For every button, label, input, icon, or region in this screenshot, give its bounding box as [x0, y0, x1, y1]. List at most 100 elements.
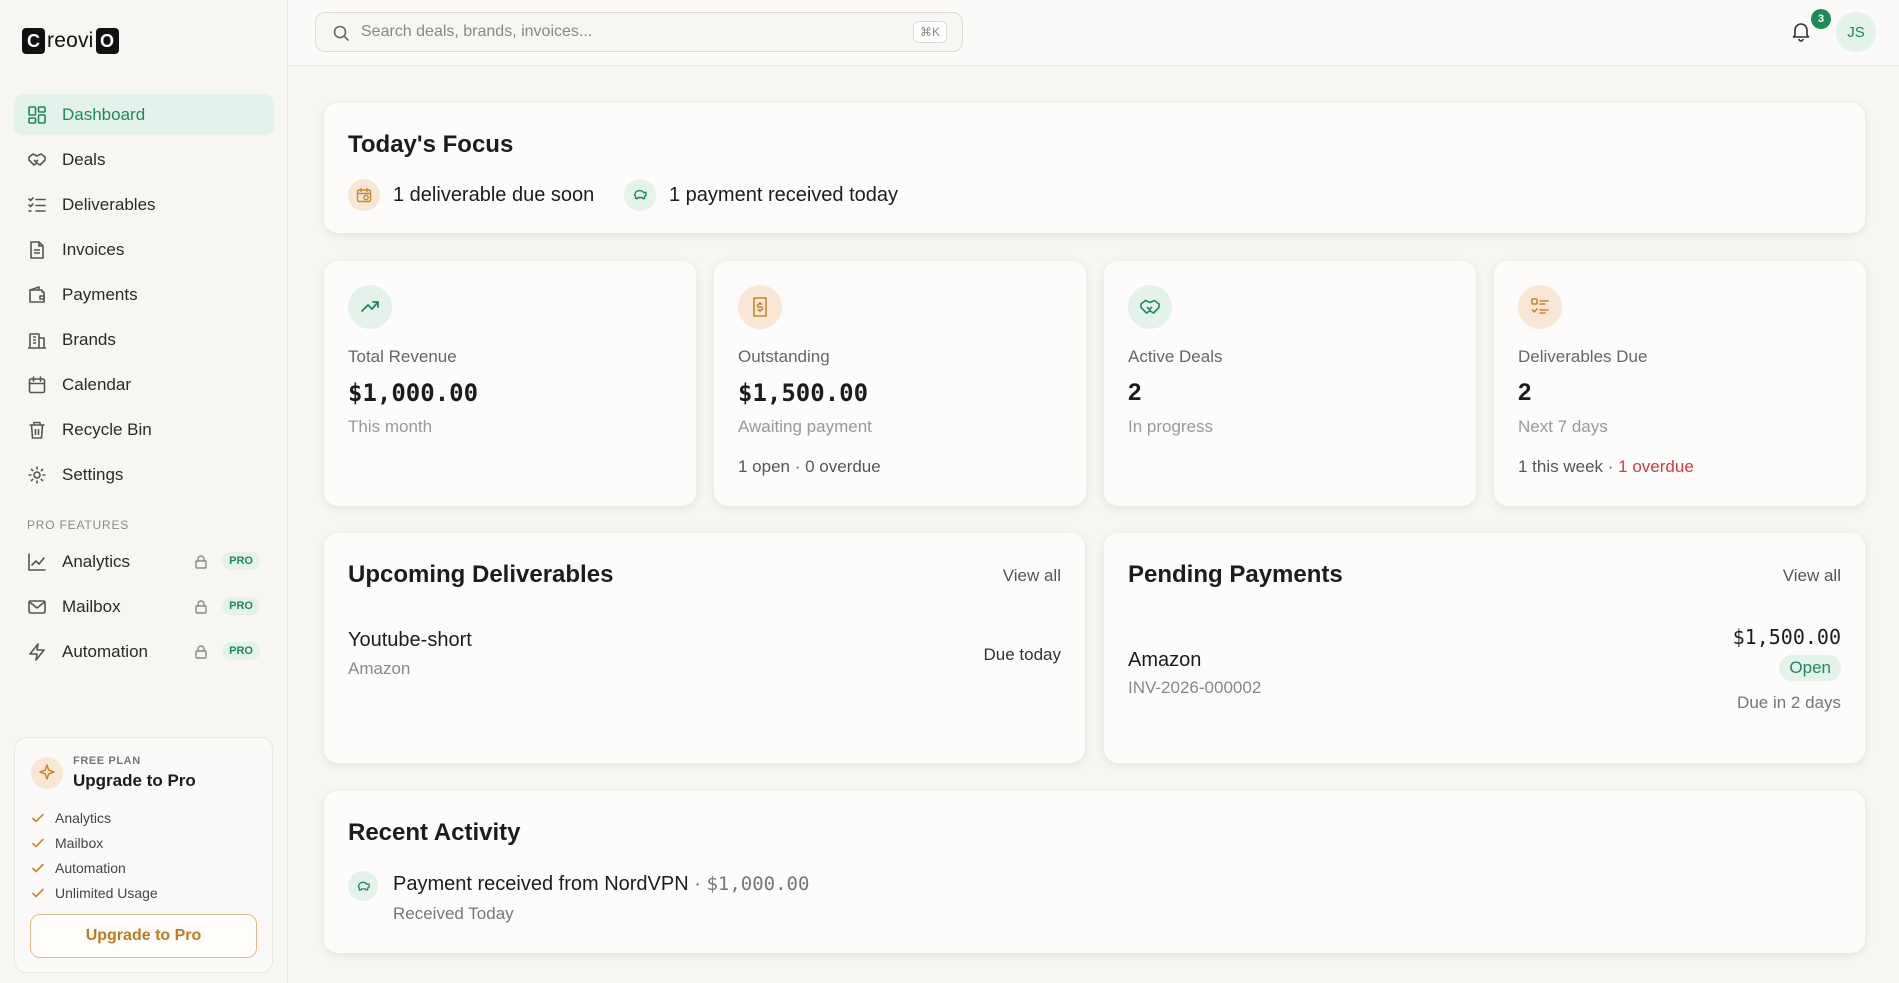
building-icon [27, 330, 47, 350]
check-icon [31, 886, 45, 900]
stat-card-outstanding[interactable]: Outstanding $1,500.00 Awaiting payment 1… [714, 261, 1086, 506]
check-icon [31, 861, 45, 875]
plan-label: FREE PLAN [73, 755, 141, 767]
panel-title: Pending Payments [1128, 561, 1343, 588]
stat-sub: In progress [1128, 417, 1214, 436]
sidebar-item-label: Dashboard [62, 104, 146, 124]
sidebar-item-deliverables[interactable]: Deliverables [14, 184, 274, 225]
sidebar: C reovi O Dashboard Deals Deliverables I… [0, 0, 288, 983]
list-item[interactable]: Amazon INV-2026-000002 $1,500.00 Open Du… [1128, 625, 1841, 725]
lock-icon [193, 554, 209, 570]
app-logo[interactable]: C reovi O [22, 28, 119, 54]
focus-title: Today's Focus [348, 131, 514, 158]
deliverable-brand: Amazon [348, 659, 411, 678]
sidebar-item-dashboard[interactable]: Dashboard [14, 94, 274, 135]
feature-label: Automation [55, 859, 126, 876]
focus-item-deliverable[interactable]: 1 deliverable due soon [348, 179, 594, 211]
focus-item-payment[interactable]: 1 payment received today [624, 179, 898, 211]
sidebar-item-brands[interactable]: Brands [14, 319, 274, 360]
stat-card-total-revenue[interactable]: Total Revenue $1,000.00 This month [324, 261, 696, 506]
sidebar-item-analytics[interactable]: Analytics PRO [14, 541, 274, 582]
sidebar-item-label: Recycle Bin [62, 419, 152, 439]
stat-card-active-deals[interactable]: Active Deals 2 In progress [1104, 261, 1476, 506]
bolt-icon [27, 642, 47, 662]
logo-mark-right: O [95, 28, 119, 54]
stat-value: 2 [1128, 379, 1142, 406]
chart-line-icon [27, 552, 47, 572]
stat-value: 2 [1518, 379, 1532, 406]
recent-activity-card: Recent Activity Payment received from No… [324, 791, 1865, 953]
sidebar-item-label: Brands [62, 329, 116, 349]
payment-brand: Amazon [1128, 649, 1202, 671]
sidebar-item-label: Settings [62, 464, 124, 484]
stat-sub: Next 7 days [1518, 417, 1608, 436]
pro-badge: PRO [222, 552, 260, 570]
bell-icon[interactable] [1790, 20, 1812, 42]
pro-features-nav: Analytics PRO Mailbox PRO Automation PRO [14, 541, 274, 676]
payment-due: Due in 2 days [1737, 693, 1841, 712]
deliverable-name: Youtube-short [348, 629, 472, 651]
stat-value: $1,000.00 [348, 379, 479, 407]
calendar-icon [27, 375, 47, 395]
view-all-link[interactable]: View all [1003, 566, 1061, 586]
activity-separator: · [688, 873, 707, 895]
invoice-dollar-icon [738, 285, 782, 329]
sidebar-item-automation[interactable]: Automation PRO [14, 631, 274, 672]
lock-icon [193, 644, 209, 660]
stat-card-deliverables-due[interactable]: Deliverables Due 2 Next 7 days 1 this we… [1494, 261, 1866, 506]
sidebar-item-calendar[interactable]: Calendar [14, 364, 274, 405]
sidebar-item-label: Payments [62, 284, 138, 304]
checklist-icon [27, 195, 47, 215]
feature-label: Mailbox [55, 834, 104, 851]
activity-text: Payment received from NordVPN · $1,000.0… [393, 873, 809, 896]
pending-payments-card: Pending Payments View all Amazon INV-202… [1104, 533, 1865, 763]
activity-brand: NordVPN [604, 873, 689, 895]
sidebar-item-label: Analytics [62, 551, 131, 571]
calendar-clock-icon [348, 179, 380, 211]
avatar[interactable]: JS [1836, 12, 1876, 52]
sidebar-item-settings[interactable]: Settings [14, 454, 274, 495]
sidebar-item-deals[interactable]: Deals [14, 139, 274, 180]
upcoming-deliverables-card: Upcoming Deliverables View all Youtube-s… [324, 533, 1085, 763]
focus-item-label: 1 payment received today [669, 183, 899, 206]
wallet-icon [27, 285, 47, 305]
payment-amount: $1,500.00 [1732, 625, 1841, 649]
feature-label: Unlimited Usage [55, 884, 158, 901]
sidebar-item-mailbox[interactable]: Mailbox PRO [14, 586, 274, 627]
invoice-number: INV-2026-000002 [1128, 678, 1262, 697]
mail-icon [27, 597, 47, 617]
overdue-count: 1 overdue [1618, 457, 1694, 476]
sidebar-item-label: Invoices [62, 239, 125, 259]
view-all-link[interactable]: View all [1783, 566, 1841, 586]
sidebar-item-label: Mailbox [62, 596, 121, 616]
status-badge: Open [1779, 655, 1841, 681]
check-icon [31, 836, 45, 850]
sidebar-item-payments[interactable]: Payments [14, 274, 274, 315]
sidebar-item-label: Deals [62, 149, 106, 169]
pro-badge: PRO [222, 642, 260, 660]
search-placeholder: Search deals, brands, invoices... [361, 23, 593, 40]
checklist-icon [1518, 285, 1562, 329]
todays-focus-card: Today's Focus 1 deliverable due soon 1 p… [324, 103, 1865, 233]
lock-icon [193, 599, 209, 615]
sidebar-item-label: Calendar [62, 374, 131, 394]
upgrade-title: Upgrade to Pro [73, 771, 196, 790]
feature-item: Unlimited Usage [31, 880, 158, 905]
feature-list: Analytics Mailbox Automation Unlimited U… [31, 805, 158, 905]
upgrade-button[interactable]: Upgrade to Pro [30, 914, 257, 958]
stat-extra: 1 this week · 1 overdue [1518, 457, 1694, 477]
search-input[interactable]: Search deals, brands, invoices... ⌘K [315, 12, 963, 52]
dashboard-icon [27, 105, 47, 125]
feature-item: Mailbox [31, 830, 158, 855]
sidebar-item-label: Automation [62, 641, 148, 661]
feature-item: Analytics [31, 805, 158, 830]
sidebar-nav: Dashboard Deals Deliverables Invoices Pa… [14, 94, 274, 499]
sidebar-item-invoices[interactable]: Invoices [14, 229, 274, 270]
piggy-bank-icon [624, 179, 656, 211]
stat-label: Outstanding [738, 347, 830, 366]
handshake-icon [27, 150, 47, 170]
activity-item[interactable]: Payment received from NordVPN · $1,000.0… [348, 871, 1048, 931]
sparkle-icon [31, 757, 63, 789]
list-item[interactable]: Youtube-short Amazon Due today [348, 629, 1061, 689]
sidebar-item-recycle-bin[interactable]: Recycle Bin [14, 409, 274, 450]
